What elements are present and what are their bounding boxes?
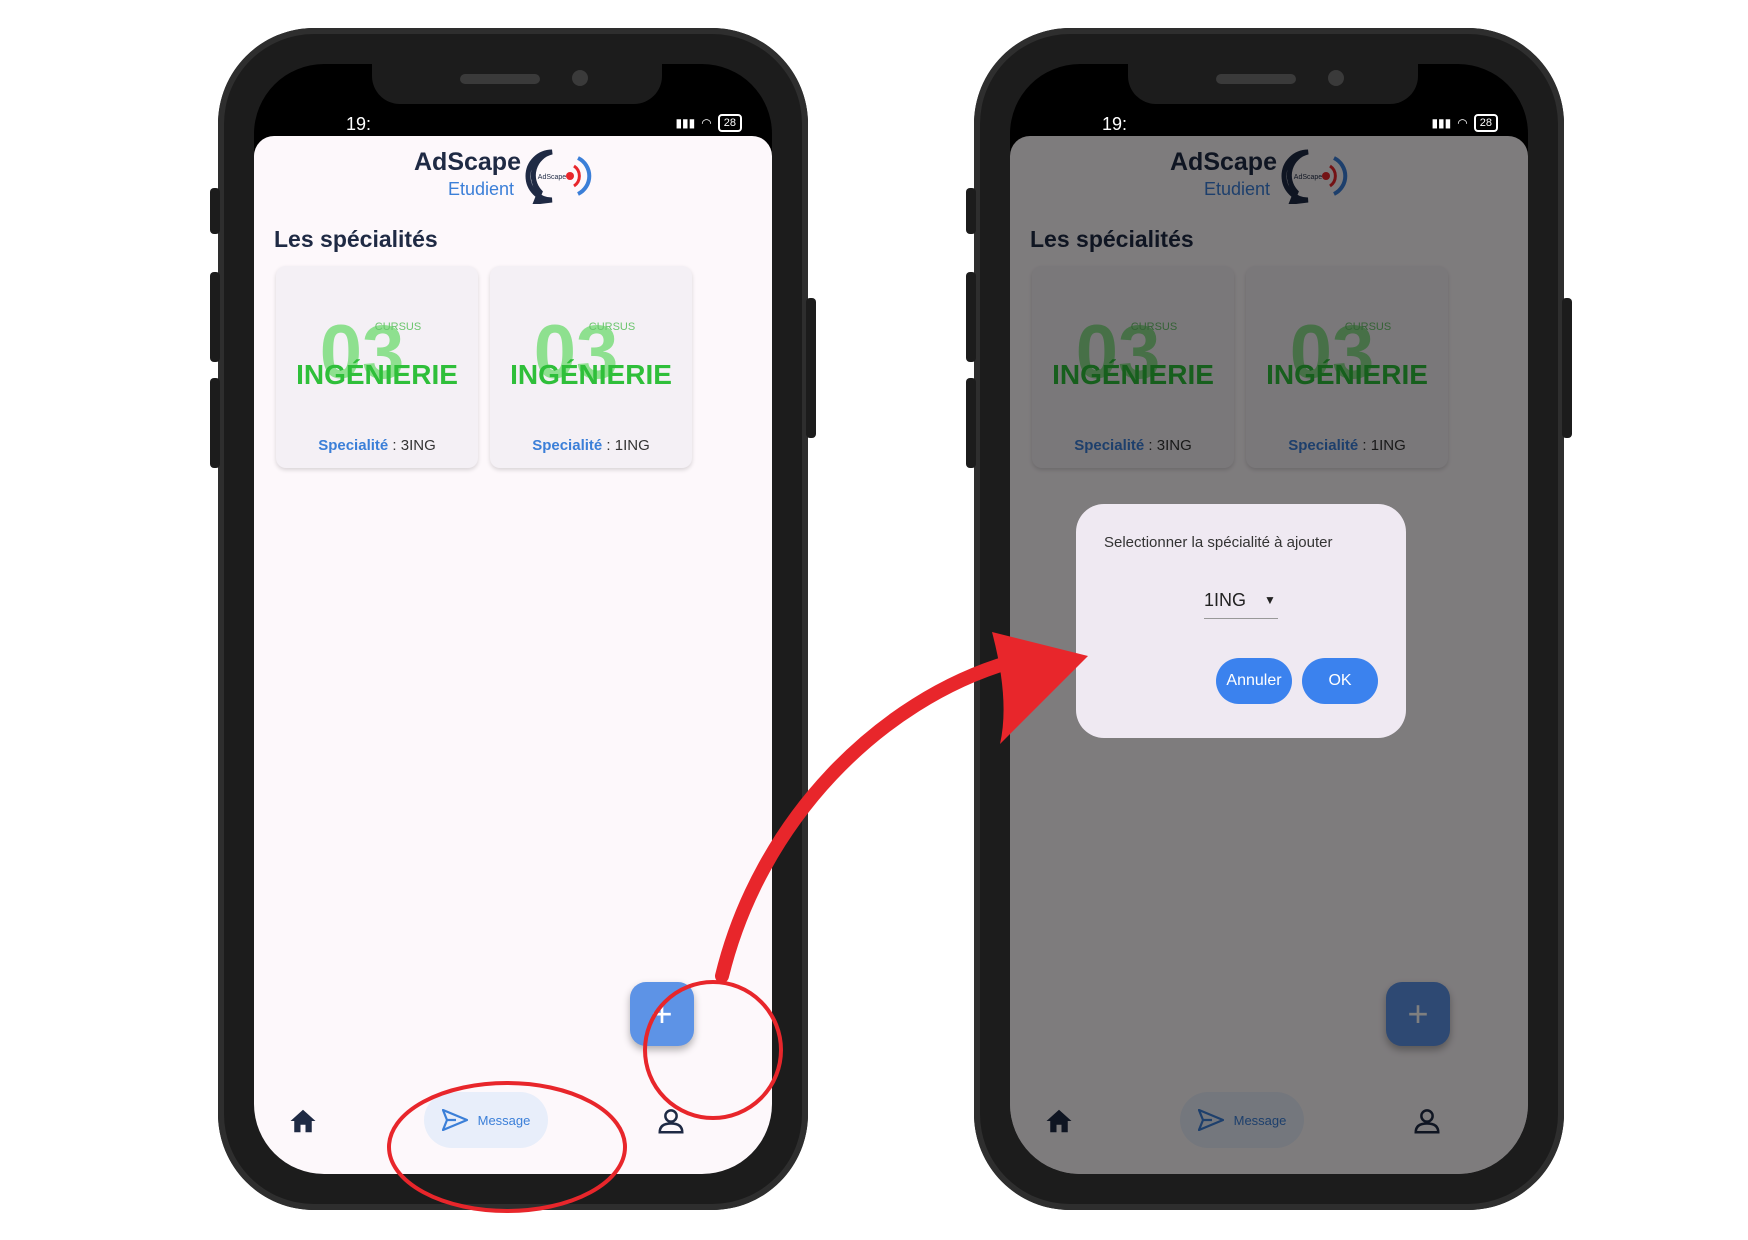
phone-button [966, 188, 976, 234]
section-title: Les spécialités [274, 226, 438, 252]
camera [572, 70, 588, 86]
dropdown-value: 1ING [1204, 589, 1247, 610]
svg-text:CURSUS: CURSUS [375, 321, 421, 333]
svg-text:INGÉNIERIE: INGÉNIERIE [510, 359, 672, 390]
send-icon [441, 1109, 468, 1131]
specialty-card[interactable]: 03 CURSUS INGÉNIERIE Specialité : 3ING [276, 266, 478, 468]
wifi-icon: ◠ [1457, 116, 1468, 130]
phone-button [1562, 298, 1572, 438]
phone-right: 19: ▮▮▮ ◠ 28 AdScape Etudient AdScape [966, 28, 1572, 1210]
specialty-sep: : [388, 437, 401, 454]
signal-icon: ▮▮▮ [1431, 116, 1452, 130]
system-icons: ▮▮▮ ◠ 28 [1431, 114, 1498, 132]
specialty-dropdown[interactable]: 1ING ▼ [1204, 582, 1278, 619]
signal-icon: ▮▮▮ [675, 116, 696, 130]
nav-message-label: Message [477, 1112, 531, 1128]
speaker [1216, 74, 1296, 84]
ok-button[interactable]: OK [1302, 658, 1378, 704]
phone-button [966, 378, 976, 468]
battery-icon: 28 [717, 114, 742, 132]
specialty-value: 1ING [614, 437, 650, 454]
notch [372, 64, 662, 104]
app-name: AdScape [414, 148, 521, 176]
phone-button [210, 188, 220, 234]
battery-icon: 28 [1473, 114, 1498, 132]
system-icons: ▮▮▮ ◠ 28 [675, 114, 742, 132]
status-time: 19: [1102, 114, 1128, 134]
camera [1328, 70, 1344, 86]
nav-message[interactable]: Message [424, 1092, 548, 1148]
specialty-key: Specialité [318, 437, 389, 454]
profile-icon[interactable] [656, 1106, 686, 1136]
logo-text: AdScape [538, 174, 567, 181]
status-time: 19: [346, 114, 372, 134]
dropdown-arrow-icon: ▼ [1264, 593, 1276, 607]
cursus-ingenierie-image: 03 CURSUS INGÉNIERIE [296, 310, 458, 395]
app-role: Etudient [447, 179, 514, 199]
adscape-logo: AdScape [525, 149, 592, 204]
specialty-card[interactable]: 03 CURSUS INGÉNIERIE Specialité : 1ING [490, 266, 692, 468]
specialty-caption: Specialité : 1ING [490, 437, 692, 454]
svg-text:INGÉNIERIE: INGÉNIERIE [296, 359, 458, 390]
phone-button [210, 272, 220, 362]
home-icon[interactable] [288, 1106, 318, 1136]
specialty-sep: : [602, 437, 615, 454]
speaker [460, 74, 540, 84]
add-specialty-dialog: Selectionner la spécialité à ajouter 1IN… [1076, 504, 1406, 738]
bottom-nav: Message [254, 1084, 772, 1174]
phone-left: 19: ▮▮▮ ◠ 28 AdScape Etudient AdScape Le… [210, 28, 816, 1210]
app-screen: AdScape Etudient AdScape Les spécialités… [254, 136, 772, 1174]
screen: 19: ▮▮▮ ◠ 28 AdScape Etudient AdScape [254, 64, 772, 1174]
brand: AdScape Etudient [414, 148, 521, 200]
phone-button [210, 378, 220, 468]
cursus-ingenierie-image: 03 CURSUS INGÉNIERIE [510, 310, 672, 395]
cancel-button[interactable]: Annuler [1216, 658, 1292, 704]
add-specialty-button[interactable]: + [630, 982, 694, 1046]
phone-button [966, 272, 976, 362]
specialty-value: 3ING [400, 437, 436, 454]
phone-button [806, 298, 816, 438]
specialty-key: Specialité [532, 437, 603, 454]
app-screen: AdScape Etudient AdScape Les spécialités… [1010, 136, 1528, 1174]
screen: 19: ▮▮▮ ◠ 28 AdScape Etudient AdScape [1010, 64, 1528, 1174]
notch [1128, 64, 1418, 104]
wifi-icon: ◠ [701, 116, 712, 130]
specialty-caption: Specialité : 3ING [276, 437, 478, 454]
svg-text:CURSUS: CURSUS [589, 321, 635, 333]
dialog-prompt: Selectionner la spécialité à ajouter [1104, 534, 1333, 551]
